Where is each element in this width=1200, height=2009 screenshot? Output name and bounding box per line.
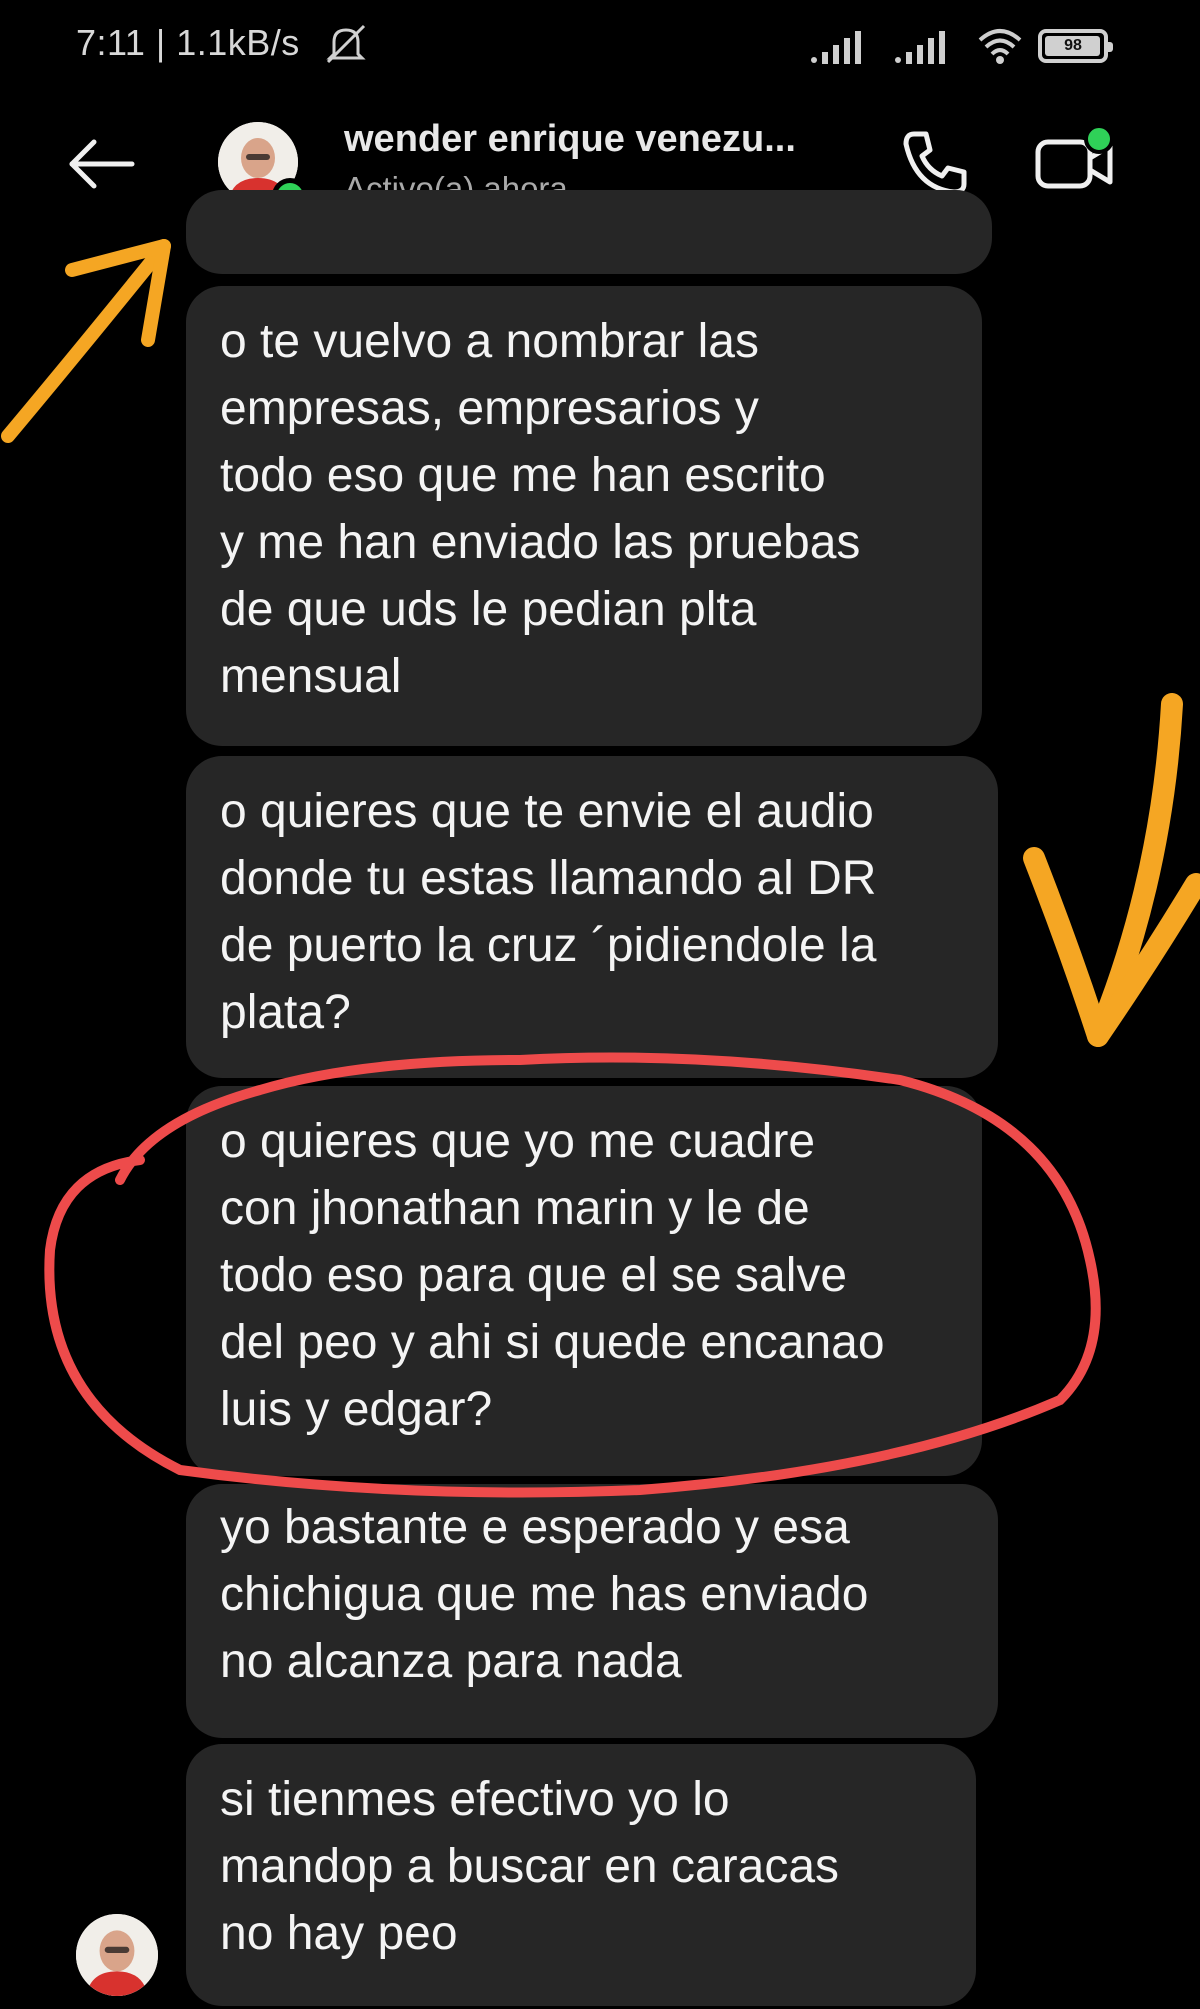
message-bubble[interactable]: si tienmes efectivo yo lo mandop a busca… [186,1744,976,2006]
message-bubble[interactable]: o te vuelvo a nombrar las empresas, empr… [186,286,982,746]
battery-icon: 98 [1038,29,1113,63]
status-icons: 98 [808,26,1113,66]
status-time-speed: 7:11 | 1.1kB/s [76,22,300,63]
battery-level: 98 [1064,37,1082,54]
status-bar: 7:11 | 1.1kB/s 98 [0,0,1200,100]
message-bubble[interactable]: o quieres que te envie el audio donde tu… [186,756,998,1078]
bell-off-icon [326,24,366,64]
contact-name[interactable]: wender enrique venezu... [344,118,796,161]
message-bubble[interactable]: o quieres que yo me cuadre con jhonathan… [186,1086,982,1476]
message-list[interactable]: o te vuelvo a nombrar las empresas, empr… [0,190,1200,2009]
message-bubble-partial[interactable] [186,190,992,274]
signal-icon [895,31,945,64]
arrow-left-icon[interactable] [62,124,142,204]
wifi-icon [978,29,1022,64]
person-icon [76,1914,158,1996]
avatar[interactable] [76,1914,158,1996]
video-online-dot [1084,124,1114,154]
signal-icon [811,31,861,64]
message-bubble[interactable]: yo bastante e esperado y esa chichigua q… [186,1484,998,1738]
